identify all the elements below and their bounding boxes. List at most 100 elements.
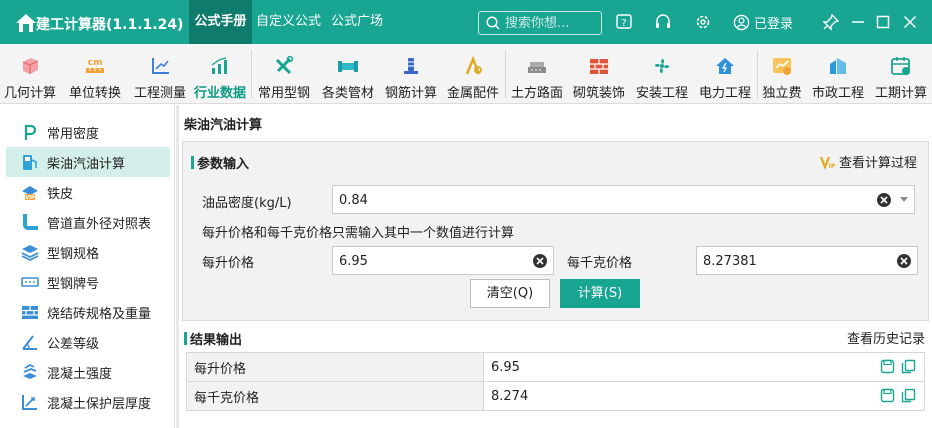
svg-text:VIP: VIP	[25, 195, 35, 201]
bar-chart-icon	[211, 57, 227, 74]
sidebar-item-steel-grade[interactable]: 型钢牌号	[6, 267, 170, 297]
tool-label: 工期计算	[874, 86, 927, 101]
user-icon	[733, 14, 750, 30]
tool-independent-fee[interactable]: 独立费	[759, 44, 805, 104]
result-value-cell: 8.274	[483, 381, 925, 411]
building-icon	[830, 58, 846, 74]
tool-geometry[interactable]: 几何计算	[0, 44, 60, 104]
sidebar-item-label: 混凝土强度	[47, 366, 113, 382]
close-icon[interactable]	[901, 13, 919, 31]
calculate-button[interactable]: 计算(S)	[560, 279, 640, 308]
house-power-icon	[716, 58, 734, 74]
tab-formula-square[interactable]: 公式广场	[331, 0, 383, 44]
per-kg-field[interactable]	[696, 246, 918, 275]
sidebar-item-tolerance[interactable]: 公差等级	[6, 327, 170, 357]
view-process-label: 查看计算过程	[839, 156, 918, 171]
fuel-pump-icon	[23, 155, 37, 170]
tool-rebar[interactable]: 钢筋计算	[381, 44, 441, 104]
tool-label: 几何计算	[3, 86, 56, 101]
tool-label: 单位转换	[68, 86, 121, 101]
svg-text:IP: IP	[829, 163, 836, 170]
save-icon[interactable]	[880, 359, 895, 374]
density-input[interactable]	[339, 191, 859, 209]
search-input[interactable]	[505, 14, 597, 32]
clear-button[interactable]: 清空(Q)	[470, 279, 550, 308]
save-icon[interactable]	[880, 388, 895, 403]
tool-electrical[interactable]: 电力工程	[695, 44, 755, 104]
tool-label: 钢筋计算	[384, 86, 437, 101]
tool-label: 工程测量	[133, 86, 186, 101]
sidebar-item-label: 公差等级	[47, 336, 100, 352]
login-status[interactable]: 已登录	[733, 13, 794, 32]
maximize-icon[interactable]	[874, 13, 892, 31]
per-kg-label: 每千克价格	[567, 256, 633, 271]
sidebar-item-concrete-strength[interactable]: 混凝土强度	[6, 357, 170, 387]
per-liter-field[interactable]	[332, 246, 554, 275]
sidebar-item-steel-spec[interactable]: 型钢规格	[6, 237, 170, 267]
chevron-down-icon[interactable]	[899, 196, 909, 204]
sidebar-item-density[interactable]: 常用密度	[6, 117, 170, 147]
result-section-label: 结果输出	[190, 333, 243, 348]
sidebar-item-sheet-metal[interactable]: VIP 铁皮	[6, 177, 170, 207]
view-process-link[interactable]: IP 查看计算过程	[820, 152, 917, 171]
title-bar: 建工计算器(1.1.1.24) 公式手册 自定义公式 公式广场 ? 已登录	[0, 0, 932, 44]
sidebar-item-fuel-calc[interactable]: 柴油汽油计算	[6, 147, 170, 177]
main-panel: 柴油汽油计算 参数输入 IP 查看计算过程 油品密度(kg/L) 每升	[179, 105, 932, 428]
pin-icon[interactable]	[822, 13, 840, 31]
sidebar-item-concrete-cover[interactable]: 混凝土保护层厚度	[6, 387, 170, 417]
tool-surveying[interactable]: 工程测量	[130, 44, 190, 104]
tool-label: 安装工程	[635, 86, 688, 101]
tab-formula-manual[interactable]: 公式手册	[189, 0, 252, 44]
tool-industry-data[interactable]: 行业数据	[192, 44, 248, 104]
tool-pipes[interactable]: 各类管材	[318, 44, 378, 104]
tool-metal-parts[interactable]: 金属配件	[443, 44, 503, 104]
login-label: 已登录	[754, 16, 794, 32]
angle-icon	[22, 335, 37, 350]
pipe-icon	[338, 61, 358, 72]
clear-icon[interactable]	[532, 253, 548, 269]
per-kg-input[interactable]	[703, 252, 883, 270]
section-marker	[184, 332, 187, 345]
sidebar-item-label: 烧结砖规格及重量	[47, 306, 152, 322]
calendar-icon	[891, 57, 910, 75]
sidebar-item-brick-spec[interactable]: 烧结砖规格及重量	[6, 297, 170, 327]
density-label: 油品密度(kg/L)	[202, 196, 292, 211]
copy-icon[interactable]	[901, 359, 916, 374]
headset-icon[interactable]	[654, 13, 672, 31]
copy-icon[interactable]	[901, 388, 916, 403]
svg-text:?: ?	[621, 18, 626, 29]
cm-ruler-icon: cm	[86, 58, 104, 73]
sidebar-item-label: 常用密度	[47, 126, 100, 142]
tool-installation[interactable]: 安装工程	[632, 44, 692, 104]
bricks-icon	[22, 306, 38, 319]
sidebar-item-pipe-table[interactable]: 管道直外径对照表	[6, 207, 170, 237]
tool-schedule[interactable]: 工期计算	[871, 44, 931, 104]
app-logo-icon	[16, 14, 36, 32]
pipe-elbow-icon	[23, 214, 38, 230]
density-field[interactable]	[332, 185, 915, 214]
page-title: 柴油汽油计算	[184, 118, 263, 133]
tab-custom-formula[interactable]: 自定义公式	[256, 0, 321, 44]
result-table: 每升价格 6.95 每千克价格 8.274	[186, 352, 925, 411]
tool-unit-convert[interactable]: cm 单位转换	[64, 44, 126, 104]
tool-municipal[interactable]: 市政工程	[808, 44, 868, 104]
search-icon	[486, 16, 500, 30]
clear-icon[interactable]	[876, 192, 892, 208]
per-liter-label: 每升价格	[202, 256, 255, 271]
toolbar-divider	[757, 50, 758, 98]
clear-icon[interactable]	[896, 253, 912, 269]
settings-icon[interactable]	[694, 13, 712, 31]
per-liter-input[interactable]	[339, 252, 519, 270]
tool-label: 土方路面	[510, 86, 563, 101]
help-icon[interactable]: ?	[615, 13, 633, 31]
minimize-icon[interactable]	[849, 13, 867, 31]
search-box[interactable]	[478, 11, 602, 35]
tool-earthwork[interactable]: 土方路面	[508, 44, 566, 104]
result-value: 6.95	[491, 359, 520, 375]
result-section-title: 结果输出	[184, 329, 242, 348]
tool-steel-sections[interactable]: 常用型钢	[254, 44, 314, 104]
rebar-icon	[404, 58, 418, 74]
result-name: 每升价格	[186, 352, 484, 382]
view-history-link[interactable]: 查看历史记录	[847, 328, 925, 347]
tool-masonry[interactable]: 砌筑装饰	[569, 44, 629, 104]
